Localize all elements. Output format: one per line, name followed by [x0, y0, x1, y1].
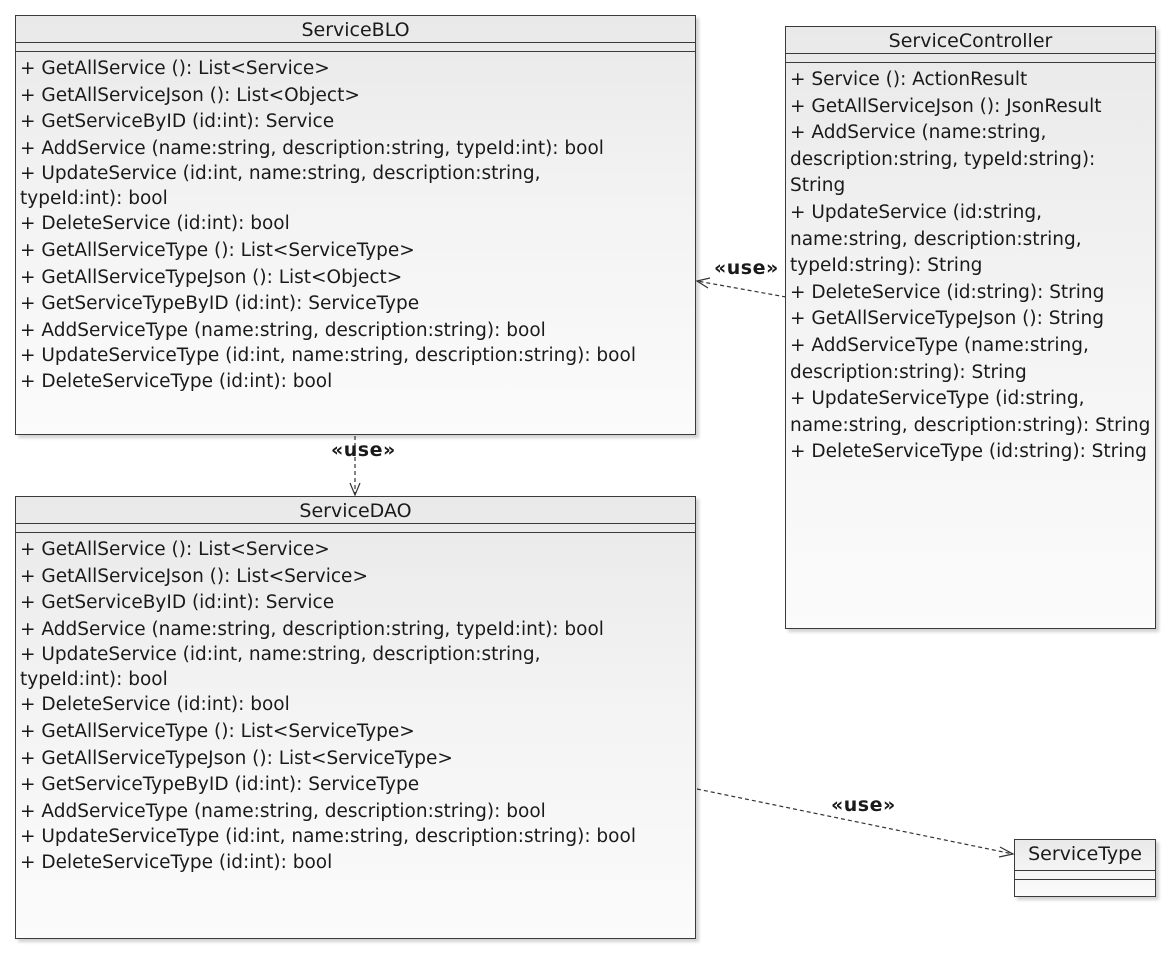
operation: + UpdateServiceType (id:string, name:str…: [790, 388, 1151, 436]
attributes-compartment: [786, 54, 1155, 63]
operation: + AddServiceType (name:string, descripti…: [790, 334, 1089, 383]
operation: + GetAllServiceJson (): JsonResult: [790, 95, 1102, 117]
operation: + GetAllServiceTypeJson (): List<Service…: [20, 747, 453, 769]
controller-to-blo-dependency: [696, 280, 787, 298]
operation: + UpdateServiceType (id:int, name:string…: [20, 826, 636, 848]
operation: + Service (): ActionResult: [790, 69, 1028, 90]
operation: + DeleteService (id:int): bool: [20, 213, 290, 235]
operation: + DeleteServiceType (id:string): String: [790, 441, 1147, 463]
class-servicetype[interactable]: ServiceType: [1014, 839, 1156, 897]
operation: + AddServiceType (name:string, descripti…: [20, 800, 546, 822]
operation: + DeleteServiceType (id:int): bool: [20, 851, 333, 873]
attributes-compartment: [16, 43, 695, 52]
dao-servicetype-stereotype: «use»: [831, 794, 896, 816]
operation: + GetServiceByID (id:int): Service: [20, 592, 335, 614]
operation: + UpdateService (id:string, name:string,…: [790, 201, 1082, 277]
operation: + GetAllServiceTypeJson (): String: [790, 308, 1104, 330]
operation: + DeleteServiceType (id:int): bool: [20, 370, 333, 392]
attributes-compartment: [1015, 871, 1155, 880]
controller-blo-stereotype: «use»: [714, 257, 779, 279]
operations-compartment: + GetAllService (): List<Service> + GetA…: [16, 533, 695, 876]
class-servicecontroller[interactable]: ServiceController + Service (): ActionRe…: [785, 26, 1156, 629]
class-name: ServiceType: [1015, 840, 1155, 871]
operations-compartment: + GetAllService (): List<Service> + GetA…: [16, 52, 695, 395]
attributes-compartment: [16, 524, 695, 533]
class-name: ServiceBLO: [16, 16, 695, 43]
operation: + GetServiceByID (id:int): Service: [20, 111, 335, 133]
operation: + GetAllServiceType (): List<ServiceType…: [20, 720, 415, 742]
operation: + GetAllService (): List<Service>: [20, 58, 330, 79]
operation: + DeleteService (id:int): bool: [20, 694, 290, 716]
operations-compartment: + Service (): ActionResult + GetAllServi…: [786, 63, 1155, 466]
operation: + AddService (name:string, description:s…: [790, 122, 1096, 197]
operation: + GetAllServiceJson (): List<Service>: [20, 565, 368, 587]
operation: + AddServiceType (name:string, descripti…: [20, 319, 546, 341]
operation: + GetAllServiceTypeJson (): List<Object>: [20, 266, 403, 288]
class-name: ServiceController: [786, 27, 1155, 54]
operation: + UpdateServiceType (id:int, name:string…: [20, 345, 636, 367]
operation: + GetAllServiceJson (): List<Object>: [20, 84, 360, 106]
operation: + UpdateService (id:int, name:string, de…: [20, 644, 541, 690]
operation: + GetServiceTypeByID (id:int): ServiceTy…: [20, 293, 420, 315]
class-name: ServiceDAO: [16, 497, 695, 524]
class-serviceblo[interactable]: ServiceBLO + GetAllService (): List<Serv…: [15, 15, 696, 435]
operation: + DeleteService (id:string): String: [790, 281, 1105, 303]
operations-compartment: [1015, 880, 1155, 890]
operation: + GetServiceTypeByID (id:int): ServiceTy…: [20, 774, 420, 796]
class-servicedao[interactable]: ServiceDAO + GetAllService (): List<Serv…: [15, 496, 696, 939]
blo-dao-stereotype: «use»: [331, 439, 396, 461]
operation: + UpdateService (id:int, name:string, de…: [20, 163, 541, 209]
operation: + AddService (name:string, description:s…: [20, 618, 604, 640]
operation: + GetAllServiceType (): List<ServiceType…: [20, 239, 415, 261]
operation: + GetAllService (): List<Service>: [20, 539, 330, 560]
operation: + AddService (name:string, description:s…: [20, 137, 604, 159]
